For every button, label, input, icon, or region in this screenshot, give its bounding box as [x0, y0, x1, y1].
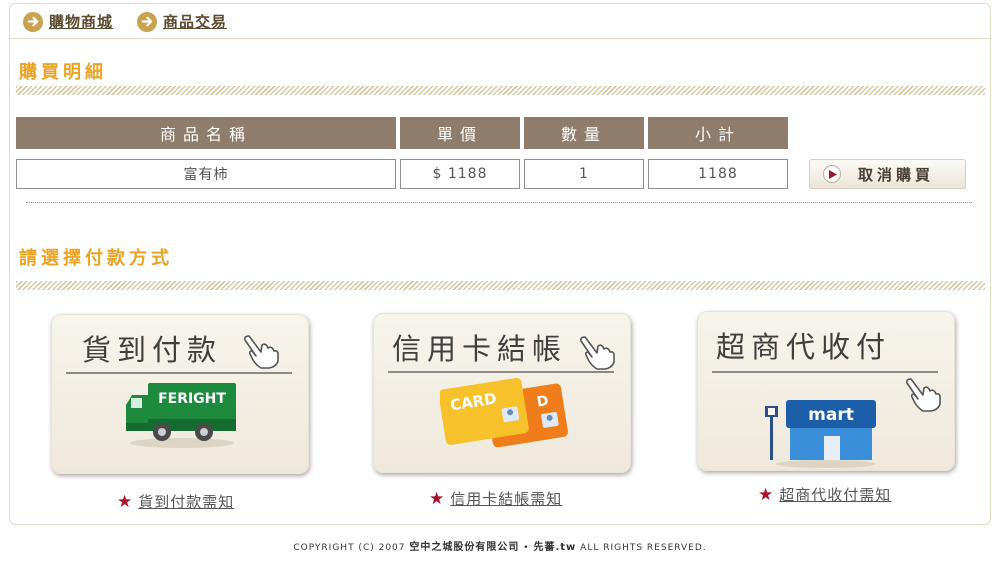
- play-icon: [823, 165, 841, 183]
- nav-item-mall[interactable]: 購物商城: [23, 11, 113, 32]
- pointing-hand-icon: [580, 336, 615, 370]
- col-header-name: 商品名稱: [16, 117, 396, 149]
- credit-card-info-link[interactable]: ★ 信用卡結帳需知: [429, 488, 562, 509]
- store-text: mart: [808, 405, 854, 425]
- pointing-hand-icon: [906, 378, 941, 412]
- delivery-truck-icon: FERIGHT: [126, 383, 236, 448]
- arrow-right-icon: [137, 11, 157, 32]
- payment-option-convenience-store[interactable]: 超商代收付 mart: [697, 311, 955, 471]
- link-label: 超商代收付需知: [779, 486, 892, 504]
- footer-separator: •: [523, 543, 530, 553]
- card-divider: [66, 372, 292, 374]
- cancel-purchase-button[interactable]: 取消購買: [809, 159, 966, 189]
- svg-text:D: D: [536, 393, 550, 411]
- payment-option-title: 超商代收付: [716, 330, 892, 364]
- footer-suffix: ALL RIGHTS RESERVED.: [580, 543, 707, 553]
- pointing-hand-icon: [244, 335, 279, 369]
- section-divider: [16, 86, 985, 95]
- payment-option-title: 貨到付款: [82, 333, 223, 367]
- nav-item-trade[interactable]: 商品交易: [137, 11, 227, 32]
- truck-text: FERIGHT: [158, 391, 226, 407]
- arrow-right-icon: [23, 11, 43, 32]
- link-label: 貨到付款需知: [138, 493, 235, 511]
- card-divider: [712, 371, 938, 373]
- col-header-subtotal: 小計: [648, 117, 788, 149]
- payment-option-cod[interactable]: 貨到付款 FERIGHT: [51, 314, 309, 474]
- col-header-price: 單價: [400, 117, 520, 149]
- top-nav: 購物商城 商品交易: [10, 4, 990, 39]
- cell-subtotal: 1188: [648, 159, 788, 189]
- star-icon: ★: [117, 491, 133, 512]
- col-header-qty: 數量: [524, 117, 644, 149]
- star-icon: ★: [429, 488, 445, 509]
- nav-item-label: 商品交易: [163, 13, 228, 31]
- footer-company: 空中之城股份有限公司: [409, 542, 520, 553]
- store-icon: mart: [765, 400, 876, 468]
- dotted-divider: [26, 202, 972, 203]
- payment-option-credit-card[interactable]: 信用卡結帳 D CARD: [373, 313, 631, 473]
- star-icon: ★: [758, 484, 774, 505]
- nav-item-label: 購物商城: [49, 13, 114, 31]
- convenience-store-info-link[interactable]: ★ 超商代收付需知: [758, 484, 891, 505]
- cell-price: $ 1188: [400, 159, 520, 189]
- cod-info-link[interactable]: ★ 貨到付款需知: [117, 491, 234, 512]
- payment-title: 請選擇付款方式: [19, 248, 173, 269]
- link-label: 信用卡結帳需知: [450, 490, 563, 508]
- section-divider: [16, 281, 985, 290]
- cancel-purchase-label: 取消購買: [858, 165, 935, 184]
- footer-brand: 先蕃.tw: [533, 542, 577, 553]
- payment-option-title: 信用卡結帳: [392, 332, 568, 366]
- footer-prefix: COPYRIGHT (C) 2007: [293, 543, 406, 553]
- purchase-title: 購買明細: [19, 62, 107, 83]
- cell-product-name: 富有柿: [16, 159, 396, 189]
- cell-quantity: 1: [524, 159, 644, 189]
- credit-card-icon: D CARD: [440, 377, 568, 448]
- footer-copyright: COPYRIGHT (C) 2007 空中之城股份有限公司 • 先蕃.tw AL…: [0, 538, 1000, 553]
